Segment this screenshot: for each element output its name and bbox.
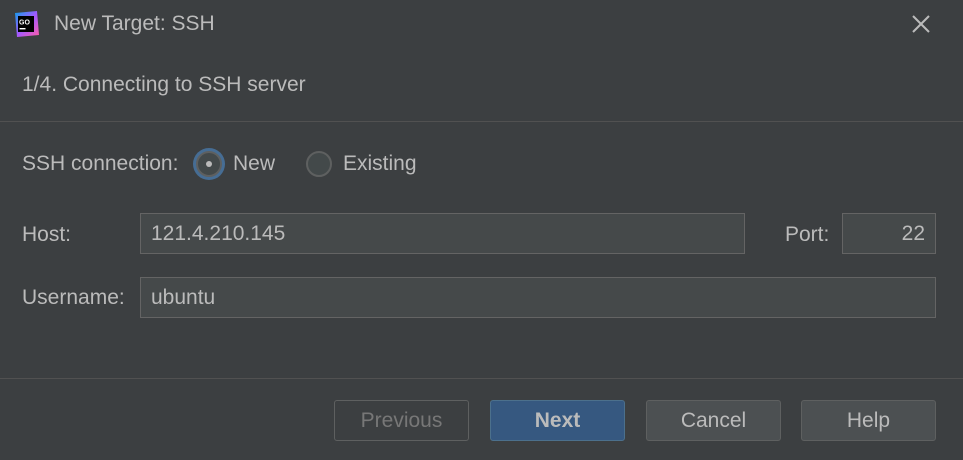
host-label: Host: xyxy=(22,223,72,246)
new-target-ssh-dialog: GO New Target: SSH 1/4. Connecting to SS… xyxy=(0,0,963,460)
footer-divider xyxy=(0,378,963,379)
radio-existing[interactable] xyxy=(306,151,332,177)
username-label: Username: xyxy=(22,286,125,309)
ssh-connection-label: SSH connection: xyxy=(22,152,179,175)
port-input[interactable] xyxy=(842,213,936,254)
close-icon xyxy=(912,15,930,33)
step-heading: 1/4. Connecting to SSH server xyxy=(22,73,306,96)
radio-selected-dot xyxy=(206,161,212,167)
close-button[interactable] xyxy=(905,8,937,40)
header-divider xyxy=(0,121,963,122)
window-title: New Target: SSH xyxy=(54,12,215,35)
previous-button[interactable]: Previous xyxy=(334,400,469,441)
cancel-button[interactable]: Cancel xyxy=(646,400,781,441)
radio-new-label[interactable]: New xyxy=(233,152,275,176)
radio-existing-label[interactable]: Existing xyxy=(343,152,417,176)
svg-text:GO: GO xyxy=(19,20,30,27)
title-bar: GO New Target: SSH xyxy=(0,0,963,50)
help-button[interactable]: Help xyxy=(801,400,936,441)
host-input[interactable] xyxy=(140,213,745,254)
port-label: Port: xyxy=(785,223,830,246)
next-button[interactable]: Next xyxy=(490,400,625,441)
radio-new[interactable] xyxy=(196,151,222,177)
goland-app-icon: GO xyxy=(15,11,39,37)
username-input[interactable] xyxy=(140,277,936,318)
